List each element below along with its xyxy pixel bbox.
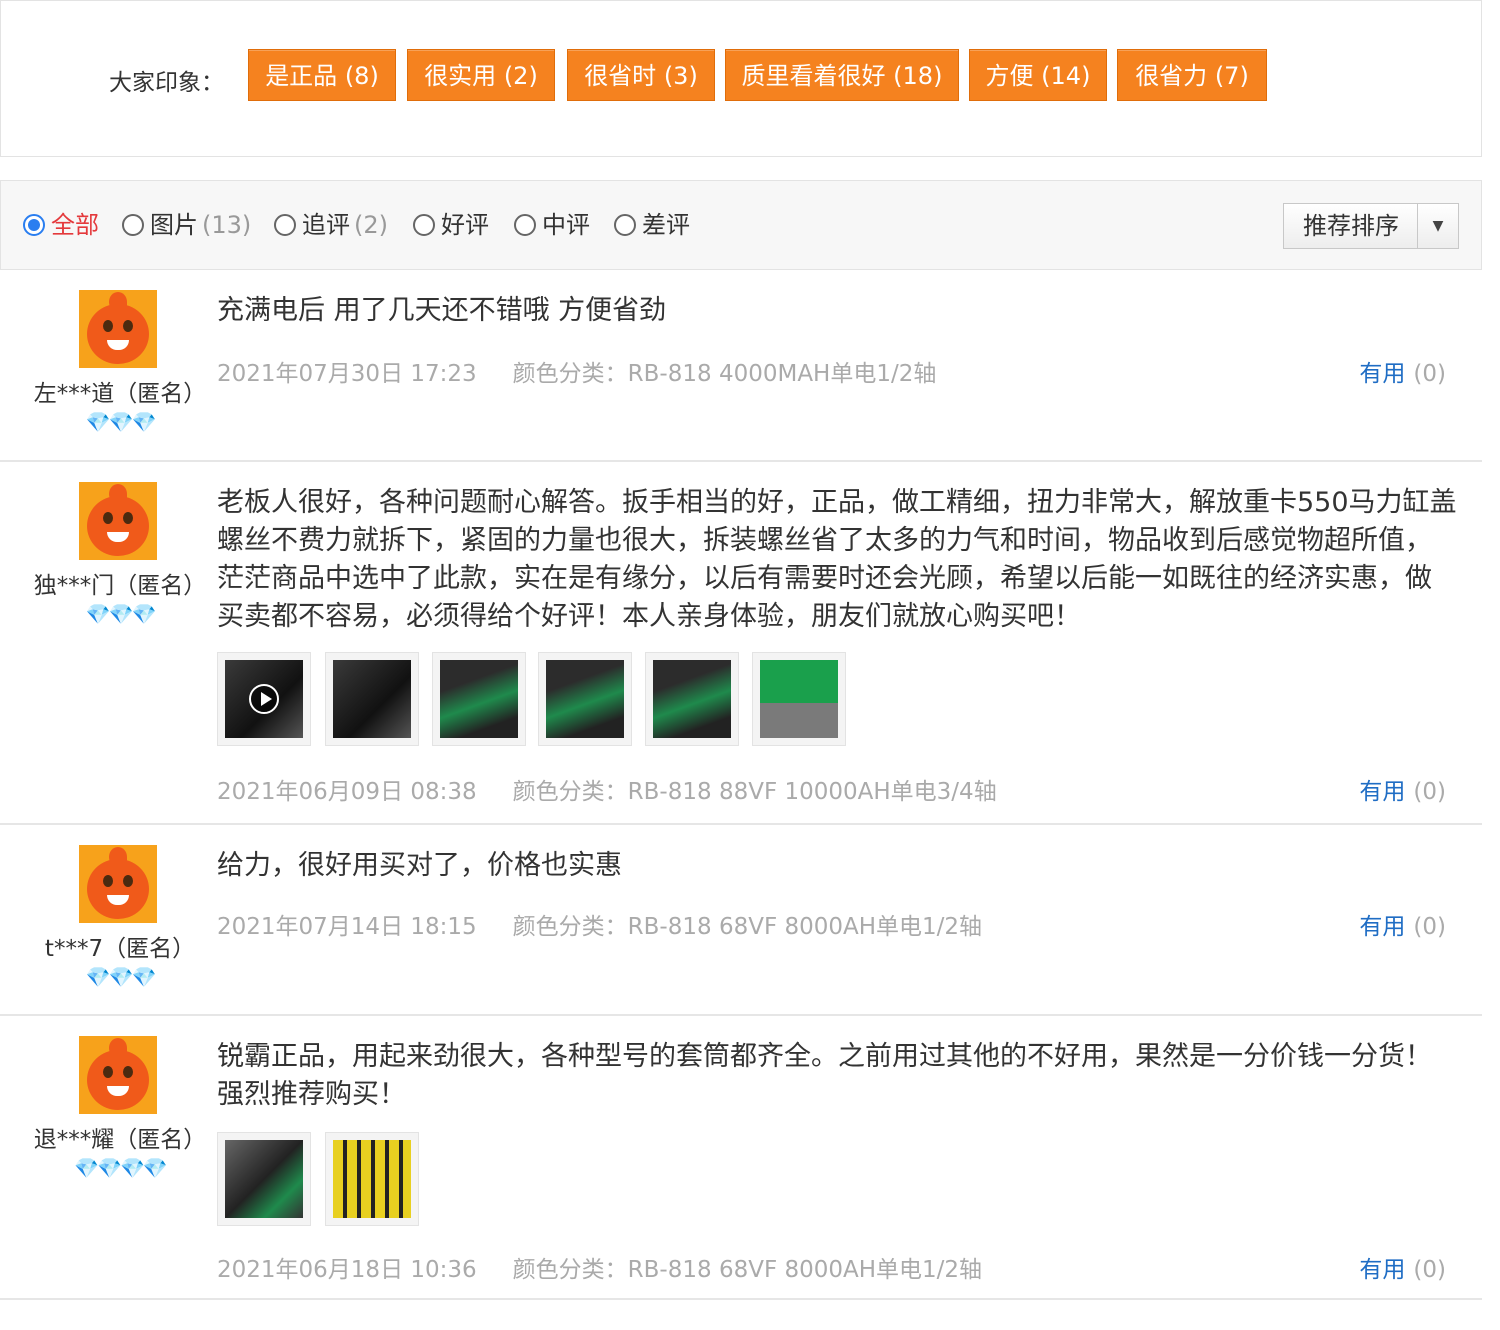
review-thumbnail[interactable] [325, 1132, 419, 1226]
review-thumbnail[interactable] [752, 652, 846, 746]
radio-icon[interactable] [514, 214, 536, 236]
review-filter-bar: 全部 图片 (13) 追评 (2) 好评 中评 差评 推荐排序 ▼ [0, 180, 1482, 270]
sort-dropdown[interactable]: 推荐排序 ▼ [1283, 203, 1459, 249]
reviewer-name: 左***道（匿名） [33, 381, 207, 407]
filter-images[interactable]: 图片 (13) [122, 205, 251, 245]
useful-label[interactable]: 有用 [1359, 361, 1405, 387]
useful-label[interactable]: 有用 [1359, 1257, 1405, 1283]
review-item: 退***耀（匿名） 💎💎💎💎 锐霸正品，用起来劲很大，各种型号的套筒都齐全。之前… [0, 1016, 1482, 1300]
play-icon [249, 684, 279, 714]
impression-tag-effort-saving[interactable]: 很省力 (7) [1117, 49, 1267, 101]
radio-icon[interactable] [274, 214, 296, 236]
review-date: 2021年07月14日 18:15 [217, 914, 477, 940]
review-thumbnail[interactable] [645, 652, 739, 746]
impression-tag-practical[interactable]: 很实用 (2) [407, 49, 555, 101]
impressions-label: 大家印象： [109, 70, 224, 96]
useful-count: (0) [1413, 1257, 1446, 1283]
radio-icon[interactable] [122, 214, 144, 236]
member-level-diamonds-icon: 💎💎💎 [85, 410, 157, 434]
reviewer-name: 独***门（匿名） [33, 573, 207, 599]
impression-tag-convenient[interactable]: 方便 (14) [969, 49, 1107, 101]
review-text: 锐霸正品，用起来劲很大，各种型号的套筒都齐全。之前用过其他的不好用，果然是一分价… [217, 1041, 1432, 1110]
review-date: 2021年06月18日 10:36 [217, 1257, 477, 1283]
review-thumbnail[interactable] [538, 652, 632, 746]
member-level-diamonds-icon: 💎💎💎💎 [74, 1156, 168, 1180]
review-text: 老板人很好，各种问题耐心解答。扳手相当的好，正品，做工精细，扭力非常大，解放重卡… [217, 487, 1457, 632]
useful-button[interactable]: 有用 (0) [1359, 907, 1446, 941]
avatar [79, 845, 157, 923]
review-date: 2021年07月30日 17:23 [217, 361, 477, 387]
review-meta: 2021年07月30日 17:23 颜色分类：RB-818 4000MAH单电1/… [217, 354, 936, 388]
avatar [79, 290, 157, 368]
useful-button[interactable]: 有用 (0) [1359, 354, 1446, 388]
useful-count: (0) [1413, 914, 1446, 940]
review-item: 左***道（匿名） 💎💎💎 充满电后 用了几天还不错哦 方便省劲 2021年07… [0, 272, 1482, 462]
radio-icon[interactable] [413, 214, 435, 236]
member-level-diamonds-icon: 💎💎💎 [85, 965, 157, 989]
review-color-variant: 颜色分类：RB-818 4000MAH单电1/2轴 [512, 361, 937, 387]
review-thumbnail[interactable] [432, 652, 526, 746]
filter-negative[interactable]: 差评 [614, 205, 690, 245]
avatar [79, 1036, 157, 1114]
impression-tag-genuine[interactable]: 是正品 (8) [248, 49, 396, 101]
impression-tag-time-saving[interactable]: 很省时 (3) [567, 49, 715, 101]
useful-button[interactable]: 有用 (0) [1359, 1250, 1446, 1284]
chevron-down-icon[interactable]: ▼ [1417, 204, 1458, 248]
useful-count: (0) [1413, 779, 1446, 805]
review-color-variant: 颜色分类：RB-818 68VF 8000AH单电1/2轴 [512, 1257, 983, 1283]
review-thumbnail[interactable] [325, 652, 419, 746]
useful-count: (0) [1413, 361, 1446, 387]
review-item: t***7（匿名） 💎💎💎 给力，很好用买对了，价格也实惠 2021年07月14… [0, 825, 1482, 1016]
review-thumbnail[interactable] [217, 1132, 311, 1226]
useful-label[interactable]: 有用 [1359, 779, 1405, 805]
review-meta: 2021年06月18日 10:36 颜色分类：RB-818 68VF 8000AH… [217, 1250, 982, 1284]
review-meta: 2021年06月09日 08:38 颜色分类：RB-818 88VF 10000A… [217, 772, 997, 806]
review-text: 充满电后 用了几天还不错哦 方便省劲 [217, 295, 667, 326]
review-thumbnail-video[interactable] [217, 652, 311, 746]
review-text: 给力，很好用买对了，价格也实惠 [217, 850, 622, 881]
review-item: 独***门（匿名） 💎💎💎 老板人很好，各种问题耐心解答。扳手相当的好，正品，做… [0, 462, 1482, 825]
reviewer-name: t***7（匿名） [44, 936, 196, 962]
filter-all[interactable]: 全部 [23, 205, 99, 245]
filter-neutral[interactable]: 中评 [514, 205, 590, 245]
filter-followup[interactable]: 追评 (2) [274, 205, 388, 245]
member-level-diamonds-icon: 💎💎💎 [85, 602, 157, 626]
useful-label[interactable]: 有用 [1359, 914, 1405, 940]
avatar [79, 482, 157, 560]
radio-selected-icon[interactable] [23, 214, 45, 236]
review-date: 2021年06月09日 08:38 [217, 779, 477, 805]
filter-positive[interactable]: 好评 [413, 205, 489, 245]
reviewer-name: 退***耀（匿名） [33, 1127, 207, 1153]
impressions-panel: 大家印象： 是正品 (8) 很实用 (2) 很省时 (3) 质里看着很好 (18… [0, 0, 1482, 157]
radio-icon[interactable] [614, 214, 636, 236]
impression-tag-quality[interactable]: 质里看着很好 (18) [725, 49, 959, 101]
sort-label: 推荐排序 [1303, 212, 1399, 240]
review-color-variant: 颜色分类：RB-818 88VF 10000AH单电3/4轴 [512, 779, 997, 805]
review-color-variant: 颜色分类：RB-818 68VF 8000AH单电1/2轴 [512, 914, 983, 940]
useful-button[interactable]: 有用 (0) [1359, 772, 1446, 806]
review-meta: 2021年07月14日 18:15 颜色分类：RB-818 68VF 8000AH… [217, 907, 982, 941]
